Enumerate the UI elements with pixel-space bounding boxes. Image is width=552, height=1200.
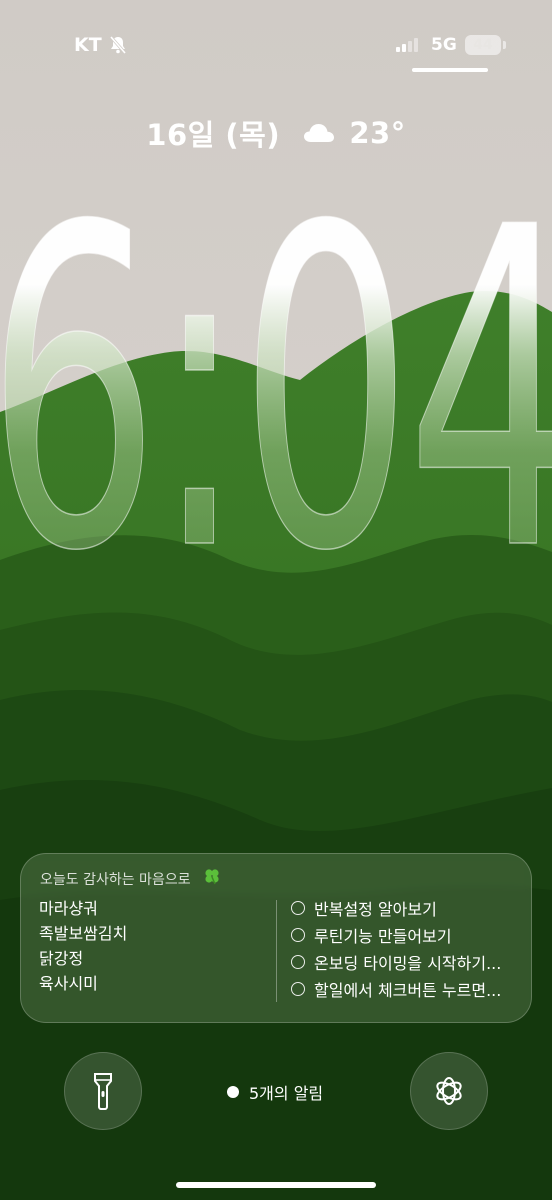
list-item: 닭강정: [39, 949, 84, 968]
notification-summary[interactable]: 5개의 알림: [227, 1080, 323, 1104]
gratitude-list: 마라샹궈 족발보쌈김치 닭강정 육사시미: [39, 896, 127, 996]
flashlight-button[interactable]: [64, 1052, 142, 1130]
todo-label: 루틴기능 만들어보기: [314, 926, 452, 946]
chatgpt-button[interactable]: [410, 1052, 488, 1130]
todo-label: 온보딩 타이밍을 시작하기...: [314, 953, 502, 973]
flashlight-icon: [94, 1073, 112, 1110]
clock: 6:04: [0, 135, 552, 560]
widget-divider: [276, 900, 277, 1002]
list-item: 육사시미: [39, 974, 98, 993]
four-leaf-clover-icon: [205, 869, 219, 885]
todo-checkbox[interactable]: [291, 954, 305, 969]
notification-dot: [227, 1086, 239, 1098]
list-item: 마라샹궈: [39, 899, 98, 918]
todo-item[interactable]: 반복설정 알아보기: [291, 894, 501, 921]
todo-label: 할일에서 체크버튼 누르면...: [314, 980, 502, 1000]
todo-checkbox[interactable]: [291, 927, 305, 942]
time-display: 6:04: [0, 136, 552, 560]
list-item: 족발보쌈김치: [39, 924, 128, 943]
home-indicator[interactable]: [176, 1182, 376, 1188]
todo-checkbox[interactable]: [291, 981, 305, 996]
widget-title: 오늘도 감사하는 마음으로: [40, 872, 191, 888]
todo-label: 반복설정 알아보기: [314, 899, 437, 919]
todo-checkbox[interactable]: [291, 900, 305, 915]
todo-item[interactable]: 루틴기능 만들어보기: [291, 921, 501, 948]
chatgpt-logo-icon: [436, 1077, 462, 1105]
todo-list: 반복설정 알아보기 루틴기능 만들어보기 온보딩 타이밍을 시작하기... 할일…: [291, 894, 501, 1002]
todo-item[interactable]: 온보딩 타이밍을 시작하기...: [291, 948, 501, 975]
notification-count: 5개의 알림: [249, 1084, 324, 1103]
gratitude-todo-widget[interactable]: 오늘도 감사하는 마음으로 마라샹궈 족발보쌈김치 닭강정 육사시미 반복설정 …: [20, 853, 532, 1023]
todo-item[interactable]: 할일에서 체크버튼 누르면...: [291, 975, 501, 1002]
